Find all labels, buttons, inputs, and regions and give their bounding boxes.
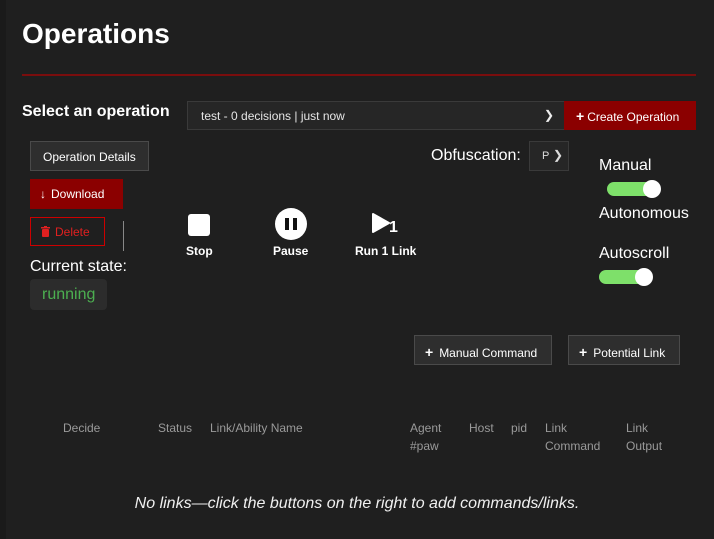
chevron-down-icon: ❯	[543, 108, 554, 122]
obfuscation-value: P	[542, 150, 550, 162]
mode-toggle[interactable]	[607, 180, 661, 198]
plus-icon: +	[425, 344, 434, 360]
column-pid: pid	[511, 421, 528, 435]
state-badge: running	[30, 279, 107, 310]
create-operation-label: Create Operation	[587, 110, 680, 124]
column-agent: Agent #paw	[410, 419, 441, 455]
download-label: Download	[51, 187, 105, 201]
chevron-down-icon: ❯	[552, 148, 563, 162]
potential-link-button[interactable]: + Potential Link	[568, 335, 680, 365]
operation-details-button[interactable]: Operation Details	[30, 141, 149, 171]
toggle-knob	[643, 180, 661, 198]
column-agent-line2: #paw	[410, 439, 439, 453]
column-link-output-line2: Output	[626, 439, 663, 453]
arrow-down-icon: ↓	[40, 187, 46, 201]
toggle-knob	[635, 268, 653, 286]
stop-icon[interactable]	[188, 214, 210, 236]
operation-select[interactable]: test - 0 decisions | just now ❯	[187, 101, 564, 130]
column-link-command-line1: Link	[545, 421, 568, 435]
plus-icon: +	[576, 108, 585, 124]
column-name: Link/Ability Name	[210, 421, 303, 435]
obfuscation-select[interactable]: P ❯	[529, 141, 569, 171]
column-link-command: Link Command	[545, 419, 600, 455]
delete-label: Delete	[55, 225, 90, 239]
trash-icon	[41, 226, 50, 237]
page-title: Operations	[22, 18, 170, 49]
create-operation-button[interactable]: + Create Operation	[564, 101, 696, 130]
column-agent-line1: Agent	[410, 421, 442, 435]
autonomous-label: Autonomous	[599, 205, 689, 222]
autoscroll-label: Autoscroll	[599, 245, 670, 262]
column-link-output: Link Output	[626, 419, 662, 455]
title-divider	[22, 74, 696, 76]
delete-button[interactable]: Delete	[30, 217, 105, 246]
manual-command-button[interactable]: + Manual Command	[414, 335, 552, 365]
download-button[interactable]: ↓ Download	[30, 179, 123, 209]
vertical-divider	[123, 221, 124, 251]
column-decide: Decide	[63, 421, 101, 435]
autoscroll-toggle[interactable]	[599, 268, 653, 286]
column-link-output-line1: Link	[626, 421, 649, 435]
manual-command-label: Manual Command	[439, 346, 538, 360]
empty-links-message: No links—click the buttons on the right …	[134, 495, 580, 512]
column-status: Status	[158, 421, 193, 435]
column-link-command-line2: Command	[545, 439, 601, 453]
potential-link-label: Potential Link	[593, 346, 666, 360]
plus-icon: +	[579, 344, 588, 360]
select-operation-label: Select an operation	[22, 103, 170, 120]
play-icon[interactable]	[371, 212, 391, 239]
operation-select-value: test - 0 decisions | just now	[201, 109, 345, 123]
stop-label[interactable]: Stop	[186, 244, 213, 258]
run-link-label[interactable]: Run 1 Link	[355, 244, 416, 258]
run-count-badge: 1	[389, 219, 398, 236]
current-state-label: Current state:	[30, 258, 127, 275]
pause-icon[interactable]	[275, 208, 307, 240]
column-host: Host	[469, 421, 494, 435]
pause-label[interactable]: Pause	[273, 244, 308, 258]
obfuscation-label: Obfuscation:	[431, 147, 521, 164]
manual-label: Manual	[599, 157, 652, 174]
